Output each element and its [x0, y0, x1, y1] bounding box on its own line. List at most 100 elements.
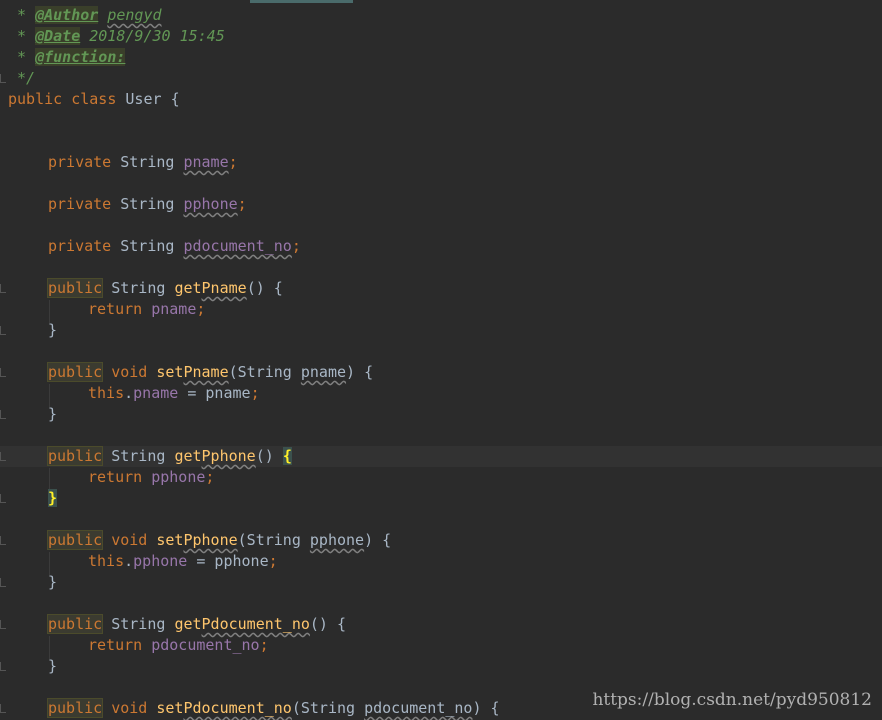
fold-marker[interactable] [0, 578, 6, 587]
fold-marker[interactable] [0, 410, 6, 419]
close-brace: } [48, 321, 58, 339]
params-open: (String [291, 699, 365, 717]
fold-marker[interactable] [0, 452, 6, 461]
type-name: String [120, 195, 175, 213]
keyword-void: void [111, 531, 148, 549]
keyword-void: void [111, 363, 148, 381]
type-name: String [120, 237, 175, 255]
field-name: pname [183, 153, 229, 171]
fold-marker[interactable] [0, 620, 6, 629]
keyword-return: return [88, 300, 143, 318]
method-setPdocument-no-signature: public void setPdocument_no(String pdocu… [46, 698, 500, 719]
code-editor[interactable]: * @Author pengyd * @Date 2018/9/30 15:45… [0, 0, 882, 720]
return-value: pname [151, 300, 197, 318]
fold-marker[interactable] [0, 662, 6, 671]
params-open: (String [237, 531, 310, 549]
method-name: Pdocument_no [183, 699, 292, 717]
comment-star: * [8, 27, 36, 45]
method-getPdocument-no-signature: public String getPdocument_no() { [46, 614, 347, 635]
field-ref: pphone [133, 552, 188, 570]
method-name: Pphone [183, 531, 238, 549]
semicolon: ; [237, 195, 247, 213]
fold-marker[interactable] [0, 326, 6, 335]
matched-open-brace: { [282, 447, 292, 465]
close-brace: } [48, 657, 58, 675]
method-getPphone-body: return pphone; [88, 467, 214, 488]
comment-star: * [8, 6, 36, 24]
semicolon: ; [196, 300, 206, 318]
comment-close-line: */ [8, 69, 36, 87]
semicolon: ; [250, 384, 260, 402]
params: () { [246, 279, 283, 297]
type-name: String [111, 615, 166, 633]
keyword-private: private [48, 153, 112, 171]
param-name: pdocument_no [364, 699, 473, 717]
method-prefix: get [174, 615, 202, 633]
params-open: (String [228, 363, 301, 381]
params: () [255, 447, 283, 465]
fold-marker[interactable] [0, 284, 6, 293]
field-pname: private String pname; [48, 152, 238, 173]
keyword-public: public [46, 362, 104, 382]
class-declaration: public class User { [8, 89, 180, 110]
matched-close-brace: } [48, 489, 58, 507]
dot: . [124, 552, 134, 570]
param-name: pname [300, 363, 347, 381]
keyword-class: class [71, 90, 117, 108]
method-getPname-signature: public String getPname() { [46, 278, 283, 299]
method-prefix: get [174, 447, 202, 465]
semicolon: ; [228, 153, 238, 171]
params-close: ) { [472, 699, 500, 717]
close-brace: } [48, 405, 58, 423]
method-prefix: set [156, 699, 184, 717]
fold-marker[interactable] [0, 494, 6, 503]
method-setPphone-body: this.pphone = pphone; [88, 551, 278, 572]
return-value: pphone [151, 468, 206, 486]
keyword-public: public [46, 698, 104, 718]
method-name: Pdocument_no [201, 615, 310, 633]
method-name: Pname [183, 363, 229, 381]
dot: . [124, 384, 134, 402]
keyword-public: public [46, 614, 104, 634]
fold-marker[interactable] [0, 704, 6, 713]
keyword-public: public [46, 278, 104, 298]
param-name: pphone [309, 531, 365, 549]
keyword-this: this [88, 552, 125, 570]
method-prefix: set [156, 531, 184, 549]
params: () { [309, 615, 347, 633]
field-ref: pname [133, 384, 179, 402]
field-name: pdocument_no [183, 237, 292, 255]
keyword-void: void [111, 699, 148, 717]
matched-close-brace-line: } [48, 488, 58, 509]
comment-function-line: * @function: [8, 47, 126, 68]
javadoc-tag-author: @Author [35, 6, 99, 24]
type-name: String [111, 447, 166, 465]
keyword-public: public [46, 446, 104, 466]
fold-marker[interactable] [0, 74, 6, 83]
semicolon: ; [259, 636, 269, 654]
keyword-private: private [48, 237, 112, 255]
method-setPname-body: this.pname = pname; [88, 383, 260, 404]
type-name: String [111, 279, 166, 297]
keyword-return: return [88, 468, 143, 486]
type-name: String [120, 153, 175, 171]
fold-marker[interactable] [0, 368, 6, 377]
method-getPphone-signature: public String getPphone() { [46, 446, 292, 467]
comment-author-value: pengyd [107, 6, 162, 24]
method-name: Pname [201, 279, 247, 297]
semicolon: ; [205, 468, 215, 486]
method-setPname-signature: public void setPname(String pname) { [46, 362, 373, 383]
comment-date-value: 2018/9/30 15:45 [89, 27, 225, 45]
fold-marker[interactable] [0, 536, 6, 545]
params-close: ) { [364, 531, 392, 549]
assignment: = pphone [187, 552, 269, 570]
class-name: User [125, 90, 162, 108]
keyword-public: public [46, 530, 104, 550]
javadoc-tag-date: @Date [35, 27, 81, 45]
keyword-private: private [48, 195, 112, 213]
method-prefix: set [156, 363, 184, 381]
field-pphone: private String pphone; [48, 194, 247, 215]
keyword-return: return [88, 636, 143, 654]
comment-author-line: * @Author pengyd [8, 5, 162, 26]
assignment: = pname [178, 384, 251, 402]
